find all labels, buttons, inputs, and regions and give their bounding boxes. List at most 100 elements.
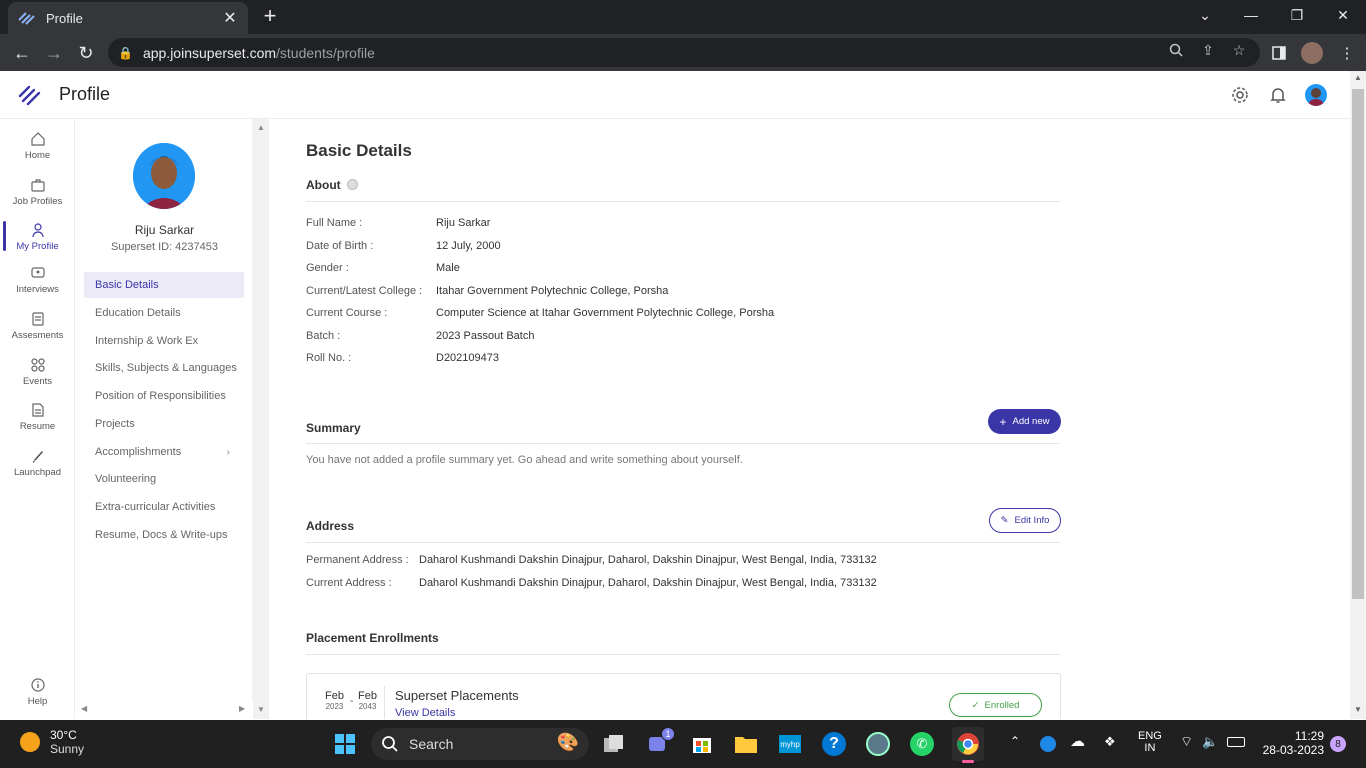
search-highlight-icon: 🎨 bbox=[556, 732, 579, 752]
subnav-horizontal-scrollbar[interactable]: ◀ ▶ bbox=[76, 700, 253, 719]
side-panel-icon[interactable] bbox=[1268, 42, 1290, 64]
scroll-right-arrow-icon[interactable]: ▶ bbox=[239, 704, 245, 713]
bookmark-star-icon[interactable]: ☆ bbox=[1229, 40, 1249, 60]
user-name: Riju Sarkar bbox=[134, 223, 195, 237]
reload-icon[interactable]: ↻ bbox=[73, 40, 99, 66]
start-windows-icon[interactable] bbox=[331, 730, 359, 758]
edit-address-button[interactable]: ✎ Edit Info bbox=[989, 508, 1061, 533]
field-value: Itahar Government Polytechnic College, P… bbox=[436, 285, 669, 297]
user-avatar[interactable] bbox=[1305, 84, 1327, 106]
section-volunteering[interactable]: Volunteering bbox=[84, 466, 244, 492]
teams-chat-icon[interactable]: 1 bbox=[644, 727, 675, 758]
current-address-value: Daharol Kushmandi Dakshin Dinajpur, Daha… bbox=[419, 577, 877, 589]
nav-assesments-label: Assesments bbox=[11, 330, 64, 341]
whatsapp-icon[interactable]: ✆ bbox=[908, 730, 936, 758]
edge-tray-icon[interactable] bbox=[1040, 736, 1056, 752]
placement-card[interactable]: Feb 2023 - Feb 2043 Superset Placements Vi… bbox=[306, 673, 1061, 719]
browser-profile-avatar[interactable] bbox=[1301, 42, 1323, 64]
nav-launchpad[interactable]: Launchpad bbox=[0, 448, 75, 478]
notification-bell-icon[interactable] bbox=[1267, 84, 1289, 106]
scrollbar-thumb[interactable] bbox=[1352, 89, 1364, 599]
divider bbox=[306, 201, 1060, 202]
share-icon[interactable]: ⇪ bbox=[1198, 40, 1218, 60]
page-scrollbar[interactable]: ▲ ▼ bbox=[1350, 71, 1366, 719]
section-basic-details[interactable]: Basic Details bbox=[84, 272, 244, 298]
myhp-icon[interactable]: myhp bbox=[776, 730, 804, 758]
chat-badge: 1 bbox=[661, 727, 675, 741]
document-icon bbox=[31, 403, 44, 417]
zoom-icon[interactable] bbox=[1166, 40, 1186, 60]
active-app-indicator bbox=[962, 760, 974, 763]
new-tab-button[interactable]: + bbox=[258, 5, 282, 27]
microsoft-store-icon[interactable] bbox=[688, 730, 716, 758]
volume-icon[interactable]: 🔈 bbox=[1202, 734, 1218, 750]
back-icon[interactable]: ← bbox=[9, 40, 35, 66]
section-skills[interactable]: Skills, Subjects & Languages bbox=[84, 355, 244, 381]
scroll-down-arrow-icon[interactable]: ▼ bbox=[257, 705, 265, 714]
nav-events[interactable]: Events bbox=[0, 357, 75, 387]
notification-count-badge[interactable]: 8 bbox=[1330, 736, 1346, 752]
plus-icon: + bbox=[999, 414, 1007, 429]
field-value: 12 July, 2000 bbox=[436, 240, 501, 252]
chevron-right-icon: › bbox=[226, 446, 230, 458]
weather-widget[interactable]: 30°C Sunny bbox=[20, 728, 84, 756]
scroll-up-arrow-icon[interactable]: ▲ bbox=[257, 123, 265, 132]
settings-gear-icon[interactable] bbox=[1229, 84, 1251, 106]
file-explorer-icon[interactable] bbox=[732, 730, 760, 758]
section-resume-docs[interactable]: Resume, Docs & Write-ups bbox=[84, 522, 244, 548]
battery-icon[interactable] bbox=[1227, 737, 1245, 747]
onedrive-cloud-icon[interactable]: ☁ bbox=[1070, 732, 1085, 750]
section-projects[interactable]: Projects bbox=[84, 411, 244, 437]
subnav-scrollbar[interactable]: ▲ ▼ bbox=[253, 119, 269, 719]
basic-details-heading: Basic Details bbox=[306, 141, 412, 160]
section-label: Extra-curricular Activities bbox=[95, 501, 216, 513]
browser-menu-icon[interactable]: ⋮ bbox=[1336, 42, 1358, 64]
section-responsibilities[interactable]: Position of Responsibilities bbox=[84, 383, 244, 409]
minimize-button[interactable]: — bbox=[1228, 0, 1274, 30]
divider bbox=[306, 542, 1060, 543]
show-hidden-icons[interactable]: ⌃ bbox=[1010, 734, 1020, 748]
placement-title: Placement Enrollments bbox=[306, 631, 439, 645]
nav-job-profiles[interactable]: Job Profiles bbox=[0, 177, 75, 207]
scroll-up-arrow-icon[interactable]: ▲ bbox=[1354, 73, 1362, 82]
app-header: Profile bbox=[0, 71, 1350, 119]
taskbar-search[interactable]: Search 🎨 bbox=[371, 728, 589, 760]
close-window-button[interactable]: ✕ bbox=[1320, 0, 1366, 30]
language-indicator[interactable]: ENG IN bbox=[1138, 730, 1162, 754]
nav-my-profile[interactable]: My Profile bbox=[0, 222, 75, 252]
wifi-icon[interactable]: ⌔ bbox=[1180, 733, 1193, 751]
nav-interviews[interactable]: Interviews bbox=[0, 265, 75, 295]
tab-search-icon[interactable]: ⌄ bbox=[1182, 0, 1228, 30]
info-icon[interactable] bbox=[347, 179, 358, 190]
nav-assesments[interactable]: Assesments bbox=[0, 311, 75, 341]
people-app-icon[interactable] bbox=[864, 730, 892, 758]
nav-help[interactable]: Help bbox=[0, 677, 75, 707]
field-label: Gender : bbox=[306, 262, 349, 274]
divider bbox=[306, 443, 1060, 444]
section-accomplishments[interactable]: Accomplishments › bbox=[84, 439, 244, 465]
nav-resume[interactable]: Resume bbox=[0, 402, 75, 432]
dropbox-icon[interactable]: ❖ bbox=[1104, 734, 1116, 750]
section-internship-work-ex[interactable]: Internship & Work Ex bbox=[84, 328, 244, 354]
add-summary-button[interactable]: + Add new bbox=[988, 409, 1061, 434]
nav-home[interactable]: Home bbox=[0, 131, 75, 161]
section-education-details[interactable]: Education Details bbox=[84, 300, 244, 326]
close-tab-icon[interactable]: ✕ bbox=[222, 8, 238, 28]
scroll-down-arrow-icon[interactable]: ▼ bbox=[1354, 705, 1362, 714]
forward-icon[interactable]: → bbox=[41, 40, 67, 66]
scroll-left-arrow-icon[interactable]: ◀ bbox=[81, 704, 87, 713]
field-label: Current/Latest College : bbox=[306, 285, 423, 297]
superset-id: Superset ID: 4237453 bbox=[110, 241, 219, 253]
address-bar[interactable]: 🔒 app.joinsuperset.com/students/profile bbox=[108, 38, 1260, 67]
task-view-icon[interactable] bbox=[600, 730, 628, 758]
section-label: Education Details bbox=[95, 307, 181, 319]
clock[interactable]: 11:29 28-03-2023 bbox=[1260, 729, 1324, 757]
view-details-link[interactable]: View Details bbox=[395, 707, 455, 719]
url-path: /students/profile bbox=[276, 44, 375, 61]
superset-logo-icon[interactable] bbox=[18, 84, 42, 106]
help-icon[interactable]: ? bbox=[820, 730, 848, 758]
chrome-icon[interactable] bbox=[952, 727, 984, 763]
restore-button[interactable]: ❐ bbox=[1274, 0, 1320, 30]
browser-tab[interactable]: Profile ✕ bbox=[8, 2, 248, 34]
section-extracurricular[interactable]: Extra-curricular Activities bbox=[84, 494, 244, 520]
